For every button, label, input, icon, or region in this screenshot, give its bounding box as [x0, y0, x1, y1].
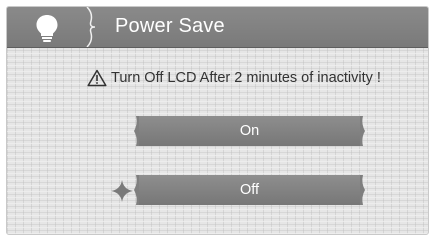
notice-text: Turn Off LCD After 2 minutes of inactivi… — [111, 70, 381, 86]
button-cap-left — [134, 175, 139, 205]
button-cap-right — [360, 116, 365, 146]
on-button[interactable]: On — [134, 116, 365, 146]
header-divider — [86, 7, 96, 47]
on-button-label: On — [239, 123, 260, 139]
off-button[interactable]: Off — [134, 175, 365, 205]
inactivity-notice: Turn Off LCD After 2 minutes of inactivi… — [87, 67, 381, 89]
button-cap-left — [134, 116, 139, 146]
page-title: Power Save — [115, 15, 225, 37]
four-point-star-icon — [111, 180, 133, 202]
off-button-label: Off — [239, 182, 260, 198]
lightbulb-icon — [36, 15, 58, 42]
header-bar: Power Save — [7, 7, 428, 48]
power-save-screen: Power Save Turn Off LCD After 2 minutes … — [6, 6, 429, 235]
warning-icon — [87, 69, 107, 87]
header-icon-button[interactable] — [7, 7, 85, 47]
button-cap-right — [360, 175, 365, 205]
